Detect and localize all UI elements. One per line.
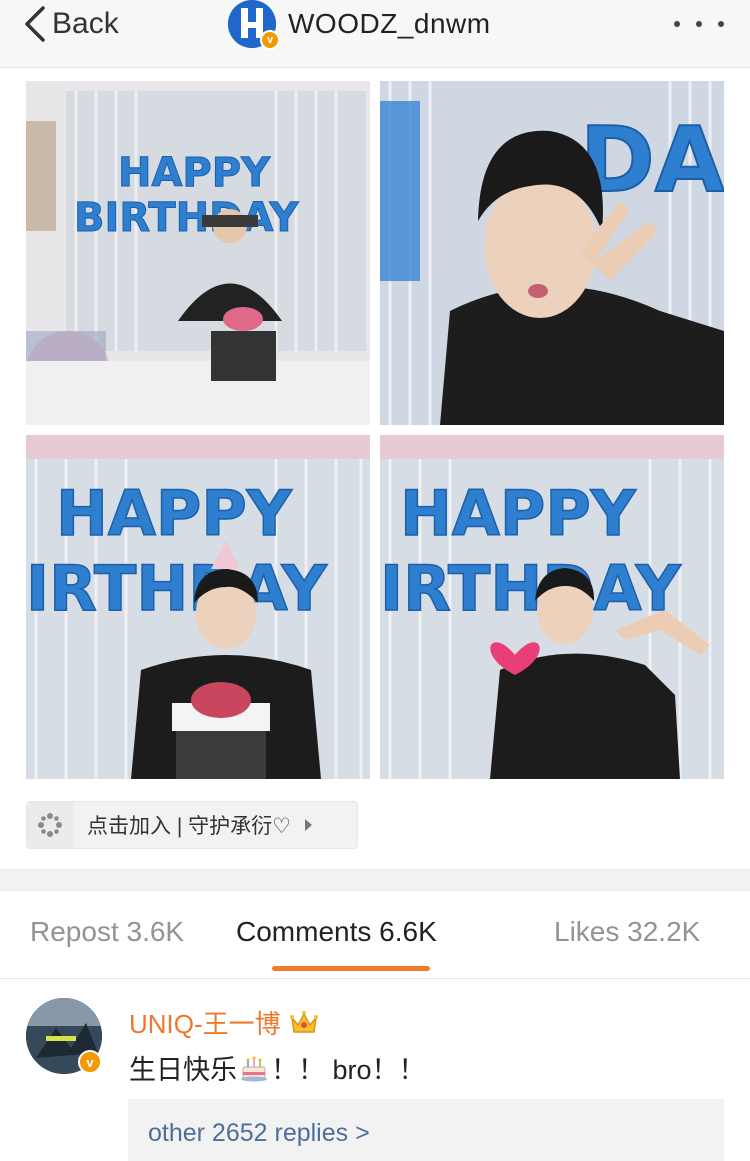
- svg-text:IRTHDAY: IRTHDAY: [26, 552, 328, 625]
- birthday-cake-icon: [241, 1056, 267, 1081]
- avatar[interactable]: v: [228, 0, 280, 50]
- svg-text:BIRTHDAY: BIRTHDAY: [74, 195, 299, 241]
- back-label: Back: [52, 7, 119, 40]
- verified-badge-icon: v: [260, 30, 280, 50]
- view-replies-link[interactable]: other 2652 replies >: [148, 1119, 370, 1148]
- active-tab-indicator: [272, 966, 430, 971]
- post-photo-2[interactable]: DA: [380, 81, 724, 425]
- super-topic-label: 点击加入 | 守护承衍♡: [87, 815, 291, 838]
- tabs-border: [0, 978, 750, 979]
- post-photo-3[interactable]: HAPPY IRTHDAY: [26, 435, 370, 779]
- svg-text:IRTHDAY: IRTHDAY: [380, 552, 682, 625]
- post-photo-1[interactable]: HAPPY BIRTHDAY: [26, 81, 370, 425]
- svg-text:HAPPY: HAPPY: [56, 477, 293, 550]
- nav-bar: Back v WOODZ_dnwm: [0, 0, 750, 68]
- replies-box[interactable]: other 2652 replies >: [128, 1099, 724, 1161]
- sparkle-topic-icon: [27, 802, 73, 848]
- chevron-left-icon: [25, 6, 45, 42]
- svg-text:HAPPY: HAPPY: [400, 477, 637, 550]
- section-divider: [0, 869, 750, 891]
- super-topic-link[interactable]: 点击加入 | 守护承衍♡: [26, 801, 358, 849]
- tab-comments[interactable]: Comments 6.6K: [236, 916, 437, 948]
- post-photo-4[interactable]: HAPPY IRTHDAY: [380, 435, 724, 779]
- commenter-username-text: UNIQ-王一博: [129, 1009, 281, 1039]
- verified-badge-icon: v: [78, 1050, 102, 1074]
- comment-text-start: 生日快乐: [129, 1055, 237, 1085]
- back-button[interactable]: Back: [22, 4, 119, 44]
- chevron-right-icon: [304, 819, 312, 831]
- comment-text: 生日快乐 ！！ bro！！: [129, 1048, 426, 1087]
- tab-likes[interactable]: Likes 32.2K: [554, 916, 700, 948]
- crown-icon: [289, 1010, 318, 1033]
- comment-text-end: ！！ bro！！: [271, 1055, 426, 1085]
- tab-repost[interactable]: Repost 3.6K: [30, 916, 184, 948]
- profile-header[interactable]: v WOODZ_dnwm: [228, 0, 491, 50]
- commenter-username[interactable]: UNIQ-王一博: [129, 1004, 319, 1041]
- more-dots-icon[interactable]: [674, 10, 724, 38]
- page-title: WOODZ_dnwm: [288, 8, 491, 39]
- svg-text:HAPPY: HAPPY: [118, 150, 271, 196]
- commenter-avatar[interactable]: v: [26, 998, 104, 1076]
